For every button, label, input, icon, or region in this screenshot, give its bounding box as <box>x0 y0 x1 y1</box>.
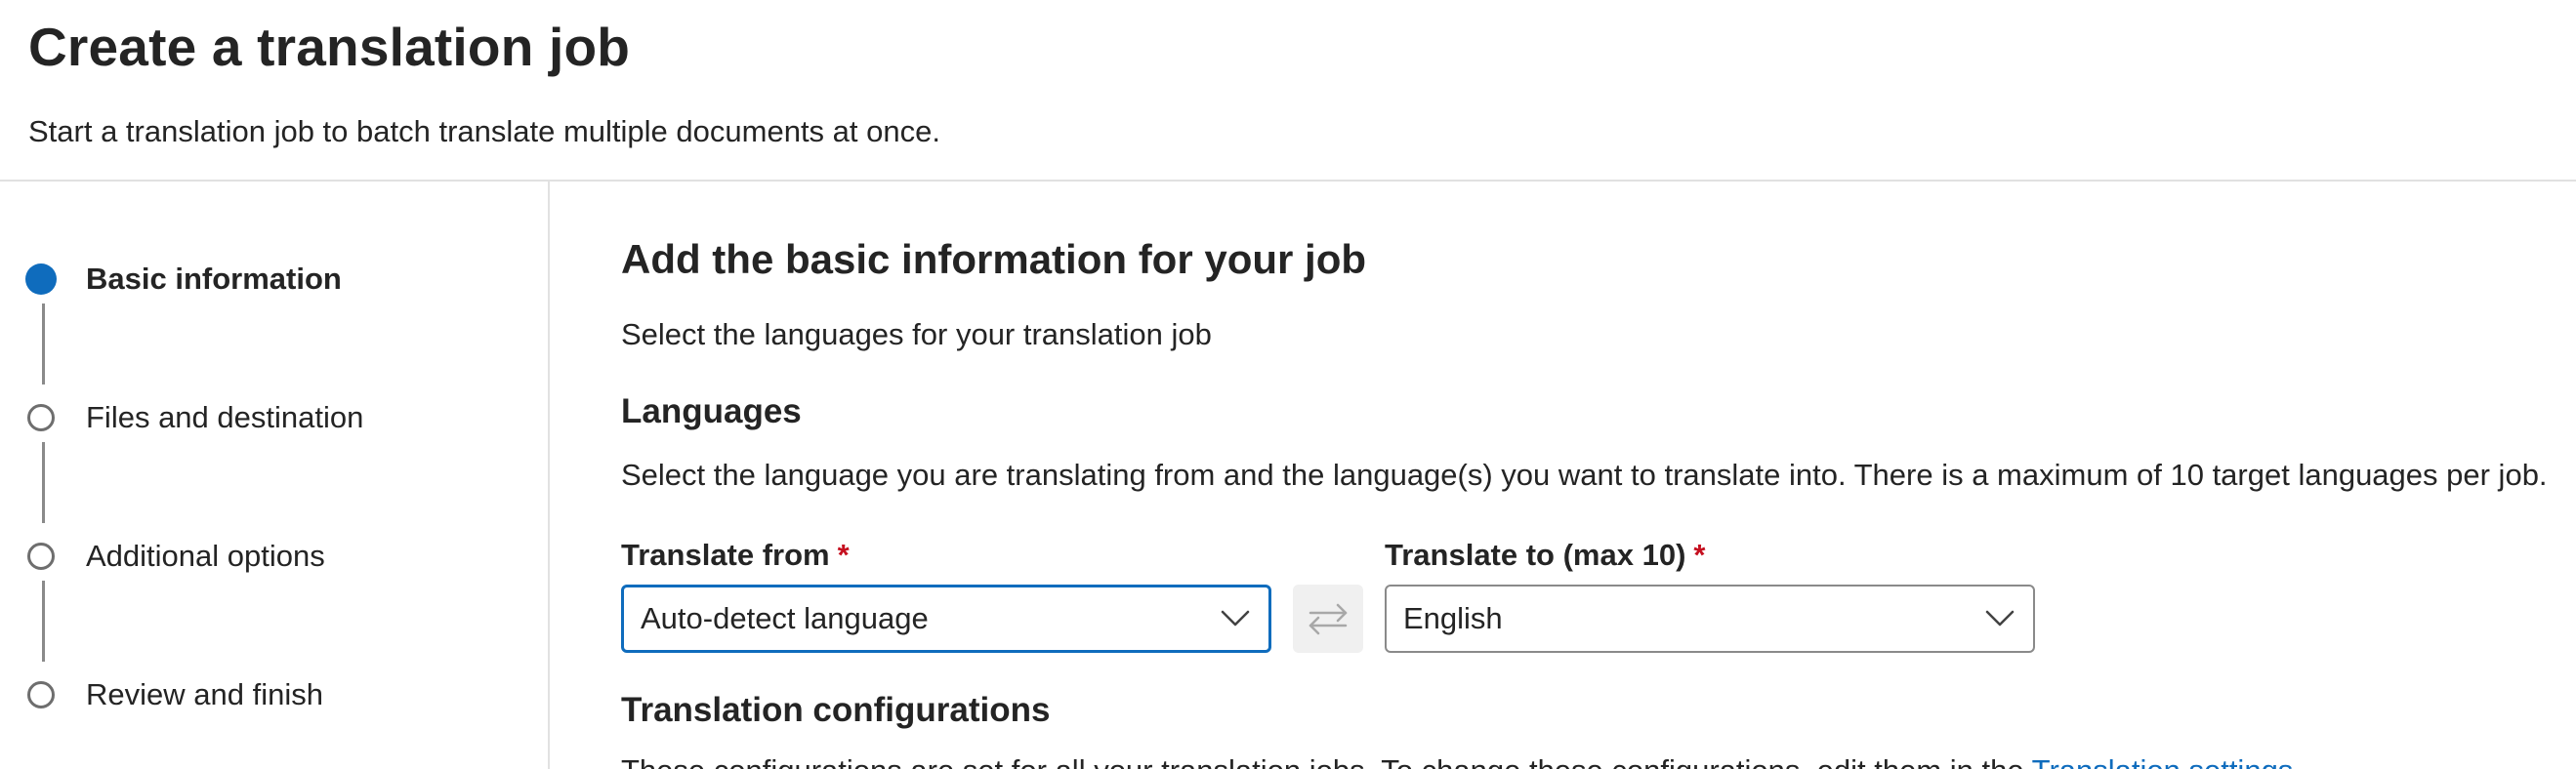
step-review-and-finish[interactable]: Review and finish <box>27 675 323 714</box>
chevron-down-icon <box>1980 599 2019 638</box>
translation-configurations-description: These configurations are set for all you… <box>621 753 2302 769</box>
swap-languages-button[interactable] <box>1293 585 1363 653</box>
translation-settings-link[interactable]: Translation settings <box>2032 753 2294 769</box>
step-label: Additional options <box>86 539 325 573</box>
translate-to-dropdown[interactable]: English <box>1385 585 2035 653</box>
step-additional-options[interactable]: Additional options <box>27 537 325 576</box>
configurations-description-text: These configurations are set for all you… <box>621 753 2032 769</box>
translate-to-label: Translate to (max 10) * <box>1385 538 1705 573</box>
translate-from-label: Translate from * <box>621 538 850 573</box>
step-label: Files and destination <box>86 400 364 434</box>
required-mark: * <box>1693 538 1706 572</box>
page-title: Create a translation job <box>28 17 631 77</box>
section-description: Select the languages for your translatio… <box>621 317 1212 351</box>
required-mark: * <box>837 538 850 572</box>
swap-arrows-icon <box>1308 602 1349 635</box>
wizard-stepper: Basic information Files and destination … <box>0 182 550 769</box>
configurations-description-suffix: . <box>2293 753 2302 769</box>
step-label: Basic information <box>86 262 342 296</box>
translation-configurations-heading: Translation configurations <box>621 691 1051 729</box>
main-content: Add the basic information for your job S… <box>621 182 2574 769</box>
languages-heading: Languages <box>621 392 802 430</box>
translate-from-value: Auto-detect language <box>641 601 929 635</box>
translate-to-value: English <box>1403 601 1503 635</box>
chevron-down-icon <box>1216 599 1255 638</box>
translate-to-label-text: Translate to (max 10) <box>1385 538 1686 572</box>
step-connector <box>42 442 45 523</box>
page-subtitle: Start a translation job to batch transla… <box>28 114 940 148</box>
section-title: Add the basic information for your job <box>621 236 1367 282</box>
step-basic-information[interactable]: Basic information <box>25 260 342 299</box>
translate-from-label-text: Translate from <box>621 538 830 572</box>
page-header: Create a translation job Start a transla… <box>0 0 2576 182</box>
step-pending-indicator-icon <box>27 681 55 708</box>
step-active-indicator-icon <box>25 263 57 295</box>
step-pending-indicator-icon <box>27 543 55 570</box>
step-pending-indicator-icon <box>27 404 55 431</box>
step-connector <box>42 304 45 384</box>
translate-from-dropdown[interactable]: Auto-detect language <box>621 585 1271 653</box>
step-connector <box>42 581 45 662</box>
step-label: Review and finish <box>86 677 323 711</box>
languages-description: Select the language you are translating … <box>621 458 2548 492</box>
page: Create a translation job Start a transla… <box>0 0 2576 769</box>
step-files-and-destination[interactable]: Files and destination <box>27 398 363 437</box>
